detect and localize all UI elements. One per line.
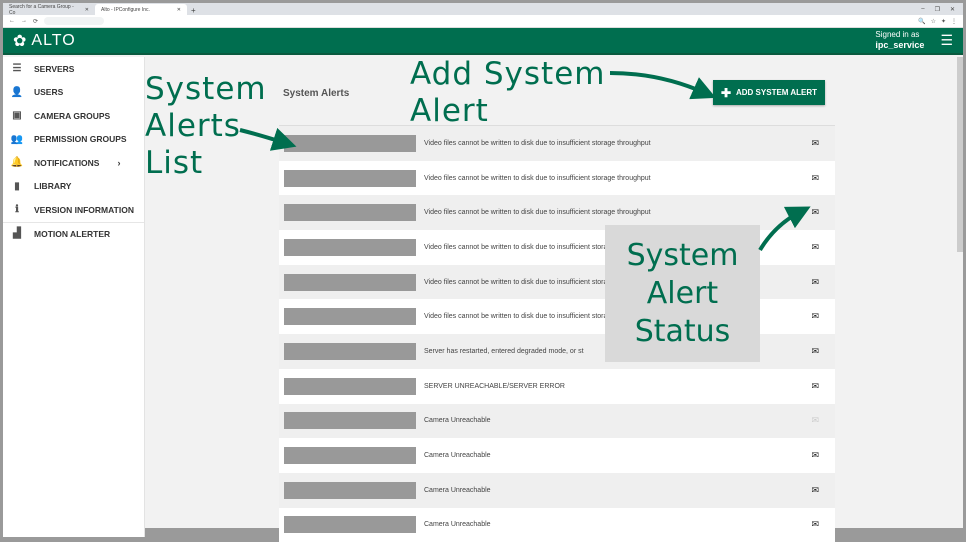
arrow-to-status (758, 206, 811, 252)
annotation-arrows (239, 71, 811, 252)
arrow-to-add-button (609, 71, 716, 100)
arrow-to-list (239, 127, 297, 151)
